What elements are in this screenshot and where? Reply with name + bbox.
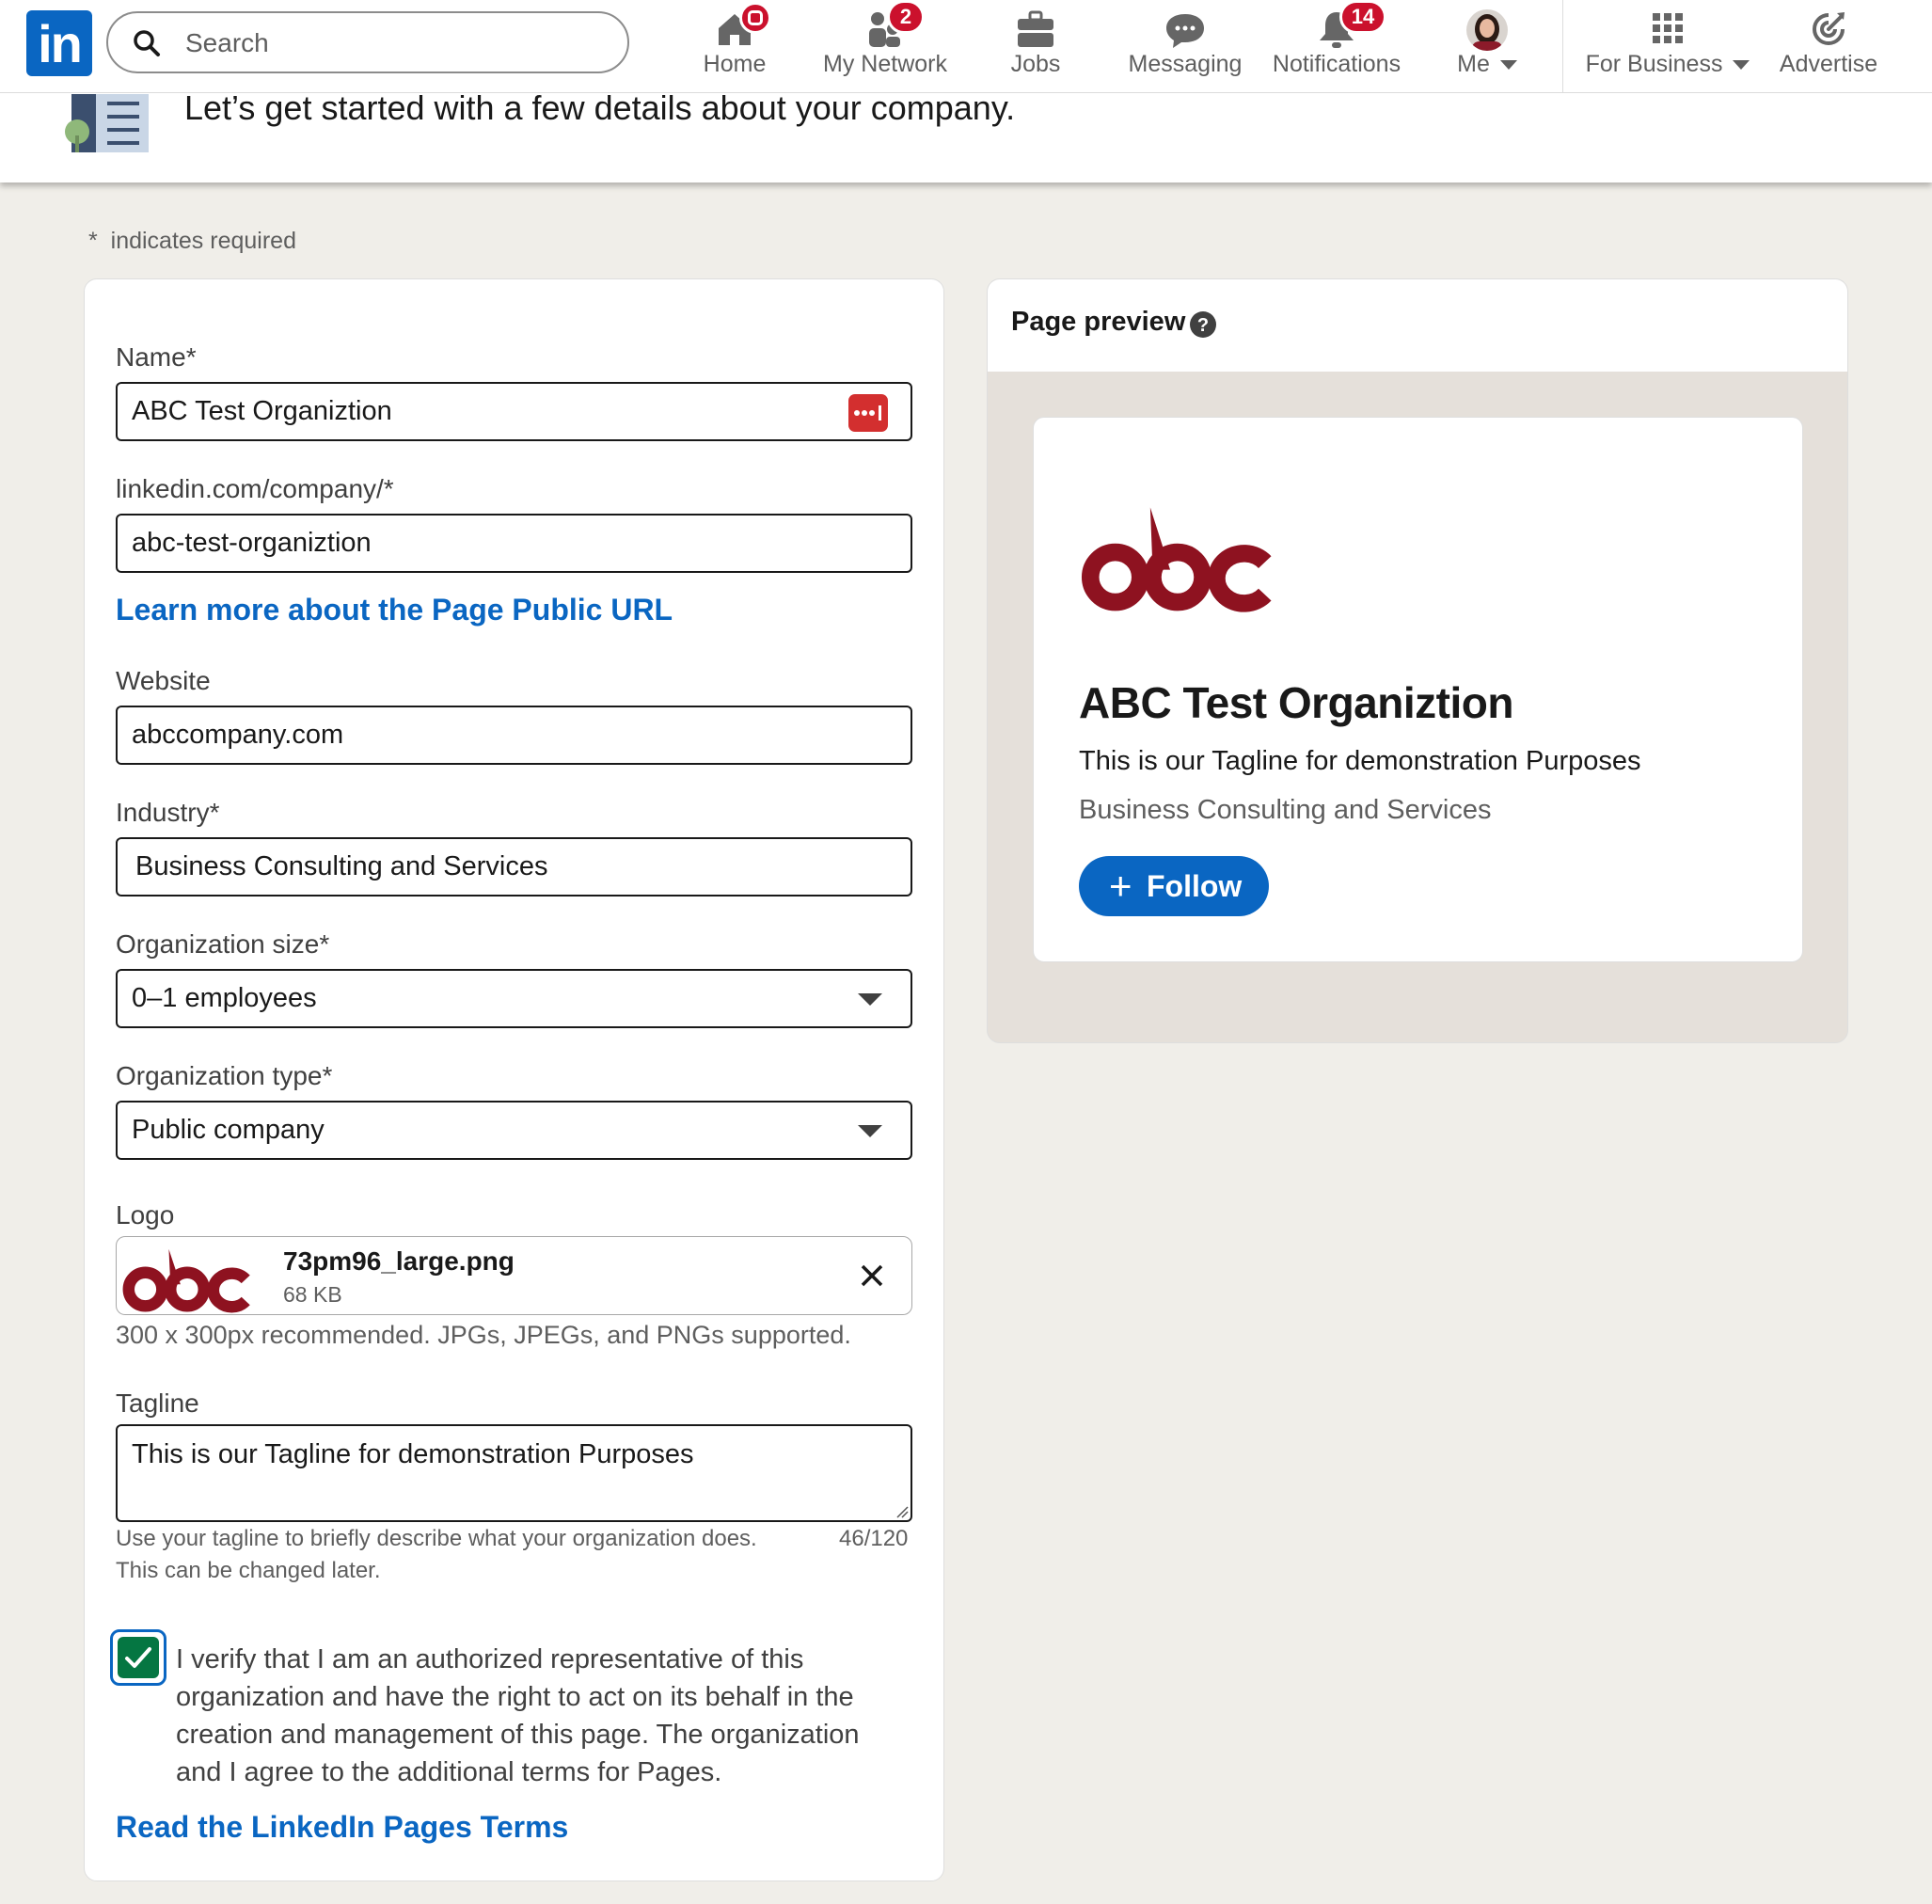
- org-size-select[interactable]: 0–1 employees: [116, 969, 912, 1028]
- network-badge: 2: [887, 0, 925, 34]
- industry-field[interactable]: Business Consulting and Services: [116, 837, 912, 896]
- logo-upload: 73pm96_large.png 68 KB: [116, 1236, 912, 1315]
- logo-hint: 300 x 300px recommended. JPGs, JPEGs, an…: [116, 1321, 851, 1349]
- notifications-badge: 14: [1339, 0, 1386, 34]
- close-icon[interactable]: [860, 1263, 884, 1288]
- required-note-text: indicates required: [110, 228, 296, 254]
- required-note: * indicates required: [88, 228, 296, 255]
- check-icon: [125, 1647, 151, 1668]
- org-size-label: Organization size*: [116, 929, 330, 959]
- tagline-count: 46/120: [839, 1526, 909, 1551]
- briefcase-icon: [1018, 10, 1053, 47]
- industry-label: Industry*: [116, 798, 220, 827]
- top-nav: in Home 2 My Network: [0, 0, 1932, 93]
- nav-label: Messaging: [1128, 51, 1243, 77]
- preview-org-name: ABC Test Organiztion: [1079, 678, 1513, 727]
- org-size-value: 0–1 employees: [132, 983, 317, 1013]
- follow-button[interactable]: + Follow: [1079, 856, 1269, 916]
- name-value: ABC Test Organiztion: [132, 396, 392, 426]
- abc-logo-thumbnail: [122, 1248, 250, 1313]
- tagline-value: This is our Tagline for demonstration Pu…: [132, 1439, 694, 1469]
- nav-messaging[interactable]: Messaging: [1124, 0, 1246, 92]
- page-title: Let’s get started with a few details abo…: [184, 88, 1016, 127]
- org-type-value: Public company: [132, 1115, 325, 1145]
- verify-text: I verify that I am an authorized represe…: [176, 1641, 860, 1791]
- logo-filename: 73pm96_large.png: [283, 1246, 515, 1276]
- url-field[interactable]: abc-test-organiztion: [116, 514, 912, 573]
- verify-checkbox[interactable]: [118, 1637, 159, 1678]
- page-header: Let’s get started with a few details abo…: [0, 88, 1932, 182]
- required-star: *: [88, 228, 98, 254]
- search-bar[interactable]: [106, 11, 629, 73]
- preview-industry: Business Consulting and Services: [1079, 795, 1492, 825]
- nav-label: For Business: [1585, 51, 1723, 77]
- org-type-select[interactable]: Public company: [116, 1101, 912, 1160]
- tagline-hint: Use your tagline to briefly describe wha…: [116, 1526, 757, 1551]
- search-icon: [134, 30, 160, 56]
- nav-for-business[interactable]: For Business: [1585, 0, 1750, 92]
- tagline-label: Tagline: [116, 1388, 199, 1418]
- chat-icon: [1166, 14, 1204, 48]
- resize-handle-icon[interactable]: [895, 1505, 909, 1518]
- industry-value: Business Consulting and Services: [135, 851, 548, 881]
- chevron-down-icon: [1499, 60, 1517, 71]
- preview-tagline: This is our Tagline for demonstration Pu…: [1079, 746, 1641, 776]
- url-label: linkedin.com/company/*: [116, 474, 394, 503]
- nav-notifications[interactable]: 14 Notifications: [1268, 0, 1405, 92]
- verify-text-line: organization and have the right to act o…: [176, 1682, 854, 1712]
- org-type-label: Organization type*: [116, 1061, 333, 1090]
- abc-company-logo: [1081, 507, 1272, 612]
- nav-home[interactable]: Home: [688, 0, 782, 92]
- nav-jobs[interactable]: Jobs: [998, 0, 1073, 92]
- chevron-down-icon: [858, 993, 882, 1006]
- nav-advertise[interactable]: Advertise: [1774, 0, 1883, 92]
- help-icon[interactable]: ?: [1189, 310, 1217, 339]
- url-value: abc-test-organiztion: [132, 528, 372, 558]
- nav-label: Me: [1457, 51, 1490, 77]
- nav-divider: [1562, 0, 1563, 92]
- home-notification-dot: [739, 2, 771, 34]
- name-label: Name*: [116, 342, 197, 372]
- advertise-icon: [1813, 12, 1845, 45]
- nav-label: My Network: [823, 51, 947, 77]
- website-label: Website: [116, 666, 211, 695]
- website-value: abccompany.com: [132, 720, 344, 750]
- nav-label: Advertise: [1779, 51, 1878, 77]
- nav-me[interactable]: Me: [1445, 0, 1529, 92]
- logo-filesize: 68 KB: [283, 1282, 342, 1307]
- verify-text-line: creation and management of this page. Th…: [176, 1720, 860, 1750]
- chevron-down-icon: [858, 1125, 882, 1137]
- learn-more-url-link[interactable]: Learn more about the Page Public URL: [116, 593, 673, 627]
- verify-text-line: and I agree to the additional terms for …: [176, 1757, 722, 1787]
- password-manager-icon[interactable]: [848, 394, 888, 432]
- nav-label: Jobs: [1010, 51, 1061, 77]
- logo-label: Logo: [116, 1200, 175, 1230]
- linkedin-logo-icon[interactable]: in: [26, 10, 92, 76]
- nav-label: Home: [703, 51, 767, 77]
- follow-label: Follow: [1147, 869, 1243, 903]
- grid-icon: [1653, 13, 1683, 43]
- name-field[interactable]: ABC Test Organiztion: [116, 382, 912, 441]
- page-preview-title: Page preview: [1011, 307, 1186, 337]
- nav-label: Notifications: [1272, 51, 1401, 77]
- nav-my-network[interactable]: 2 My Network: [815, 0, 956, 92]
- pages-terms-link[interactable]: Read the LinkedIn Pages Terms: [116, 1810, 568, 1845]
- svg-text:?: ?: [1197, 315, 1209, 336]
- website-field[interactable]: abccompany.com: [116, 706, 912, 765]
- tagline-textarea[interactable]: This is our Tagline for demonstration Pu…: [116, 1424, 912, 1522]
- company-building-icon: [65, 94, 149, 152]
- chevron-down-icon: [1733, 60, 1750, 71]
- plus-icon: +: [1109, 864, 1132, 908]
- verify-text-line: I verify that I am an authorized represe…: [176, 1644, 804, 1674]
- search-input[interactable]: [183, 23, 601, 64]
- tagline-hint-2: This can be changed later.: [116, 1558, 381, 1583]
- avatar: [1466, 9, 1508, 51]
